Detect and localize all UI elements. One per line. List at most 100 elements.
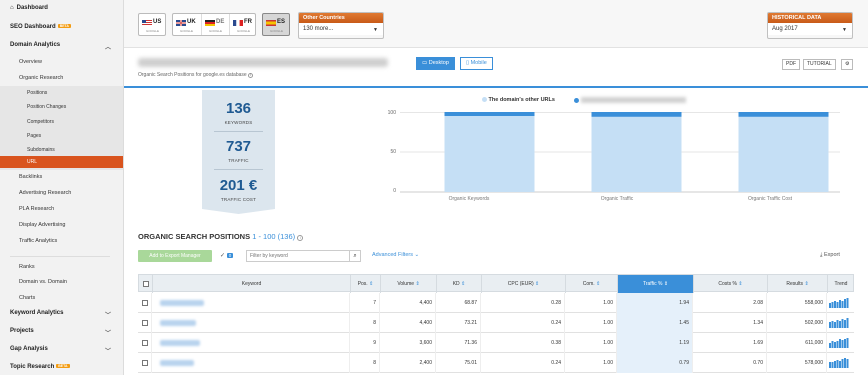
other-countries-dropdown[interactable]: Other Countries 130 more... ▼ <box>298 12 384 39</box>
filter-keyword-input[interactable] <box>247 251 349 261</box>
sidebar-item-subdomains[interactable]: Subdomains <box>0 147 123 153</box>
dropdown-arrow-icon: ▼ <box>373 27 378 33</box>
kpi-panel: 136 KEYWORDS 737 TRAFFIC 201 € TRAFFIC C… <box>202 90 275 214</box>
country-es-button[interactable]: ES GOOGLE <box>262 13 290 36</box>
selected-count: ✓ 0 <box>220 253 234 259</box>
column-header-traffic[interactable]: Traffic % ⇕ <box>618 275 694 293</box>
sidebar-item-gap-analysis[interactable]: Gap Analysis ﹀ <box>0 346 123 355</box>
bar-url <box>738 112 829 117</box>
us-flag-icon <box>142 20 152 26</box>
bar-other-urls <box>444 116 535 192</box>
column-header-results[interactable]: Results ⇕ <box>768 275 828 293</box>
keyword-cell <box>152 313 350 333</box>
traffic-label: TRAFFIC <box>228 158 249 163</box>
chart-legend-item: The domain's other URLs <box>482 97 555 103</box>
sidebar-item-domain-vs-domain[interactable]: Domain vs. Domain <box>0 279 123 285</box>
sidebar-item-position-changes[interactable]: Position Changes <box>0 104 123 110</box>
kd-cell: 68.87 <box>436 293 481 313</box>
y-tick: 0 <box>393 188 396 194</box>
legend-swatch <box>482 97 487 103</box>
sidebar-item-seo-dashboard[interactable]: SEO Dashboard BETA <box>0 24 123 30</box>
sidebar-item-traffic-analytics[interactable]: Traffic Analytics <box>0 238 123 244</box>
sidebar-item-topic-research[interactable]: Topic Research BETA <box>0 364 123 370</box>
section-title: ORGANIC SEARCH POSITIONS 1 - 100 (136) i <box>138 232 304 241</box>
select-all-cell <box>139 275 153 293</box>
sidebar-item-keyword-analytics[interactable]: Keyword Analytics ﹀ <box>0 310 123 319</box>
sidebar-item-organic-research[interactable]: Organic Research <box>0 75 123 81</box>
cpc-cell: 0.28 <box>481 293 565 313</box>
column-header-cpc[interactable]: CPC (EUR) ⇕ <box>482 275 566 293</box>
keyword-link-blurred[interactable] <box>160 340 200 346</box>
sidebar-item-pla-research[interactable]: PLA Research <box>0 206 123 212</box>
sort-icon: ⇕ <box>415 281 420 287</box>
settings-button[interactable]: ⚙ <box>841 59 853 70</box>
bar-chart <box>400 112 840 193</box>
chevron-down-icon: ⌄ <box>414 252 420 258</box>
sidebar-item-ranks[interactable]: Ranks <box>0 264 123 270</box>
sidebar-item-projects[interactable]: Projects ﹀ <box>0 328 123 337</box>
sidebar-item-domain-analytics[interactable]: Domain Analytics ︿ <box>0 42 123 51</box>
tutorial-button[interactable]: TUTORIAL <box>803 59 836 70</box>
trend-sparkline <box>829 318 849 328</box>
row-checkbox[interactable] <box>142 320 148 326</box>
sidebar-item-dashboard[interactable]: ⌂ Dashboard <box>0 5 123 11</box>
advanced-filters-link[interactable]: Advanced Filters ⌄ <box>372 252 419 258</box>
search-icon[interactable]: ⌕ <box>349 251 360 261</box>
uk-flag-icon <box>176 20 186 26</box>
bar-url <box>444 112 535 116</box>
category-label: Organic Traffic <box>600 196 634 202</box>
table-row: 8 4,400 73.21 0.24 1.00 1.45 1.34 502,00… <box>138 313 854 333</box>
sidebar-item-pages[interactable]: Pages <box>0 133 123 139</box>
keyword-link-blurred[interactable] <box>160 320 196 326</box>
column-header-keyword[interactable]: Keyword <box>153 275 351 293</box>
sidebar-item-backlinks[interactable]: Backlinks <box>0 174 123 180</box>
keyword-link-blurred[interactable] <box>160 360 194 366</box>
historical-data-dropdown[interactable]: HISTORICAL DATA Aug 2017 ▼ <box>767 12 853 39</box>
kd-cell: 71.36 <box>436 333 481 353</box>
row-checkbox[interactable] <box>142 340 148 346</box>
sidebar-item-display-advertising[interactable]: Display Advertising <box>0 222 123 228</box>
trend-cell <box>827 353 853 373</box>
country-fr-button[interactable]: FR GOOGLE <box>229 14 256 35</box>
volume-cell: 2,400 <box>380 353 436 373</box>
beta-badge: BETA <box>57 24 71 29</box>
dropdown-arrow-icon: ▼ <box>842 27 847 33</box>
row-checkbox[interactable] <box>142 300 148 306</box>
sidebar-item-competitors[interactable]: Competitors <box>0 119 123 125</box>
country-uk-button[interactable]: UK GOOGLE <box>173 14 201 35</box>
bar-url <box>591 112 682 117</box>
kd-cell: 73.21 <box>436 313 481 333</box>
column-header-costs[interactable]: Costs % ⇕ <box>694 275 768 293</box>
trend-sparkline <box>829 338 849 348</box>
traffic-cost-value: 201 € <box>219 177 258 194</box>
sidebar-item-charts[interactable]: Charts <box>0 295 123 301</box>
row-checkbox[interactable] <box>142 360 148 366</box>
trend-sparkline <box>829 298 849 308</box>
column-header-kd[interactable]: KD ⇕ <box>437 275 482 293</box>
sidebar-item-positions[interactable]: Positions <box>0 90 123 96</box>
sidebar-item-overview[interactable]: Overview <box>0 59 123 65</box>
add-to-export-manager-button[interactable]: Add to Export Manager <box>138 250 212 262</box>
sidebar-item-url[interactable]: URL <box>0 156 123 168</box>
check-icon: ✓ <box>220 253 226 259</box>
keyword-link-blurred[interactable] <box>160 300 204 306</box>
pdf-button[interactable]: PDF <box>782 59 800 70</box>
column-header-pos[interactable]: Pos. ⇕ <box>351 275 381 293</box>
costs-percent-cell: 0.70 <box>693 353 767 373</box>
export-button[interactable]: ⤓ Export <box>820 252 840 259</box>
sort-icon: ⇕ <box>535 281 540 287</box>
country-de-button[interactable]: DE GOOGLE <box>201 14 229 35</box>
sidebar-item-advertising-research[interactable]: Advertising Research <box>0 190 123 196</box>
column-header-volume[interactable]: Volume ⇕ <box>381 275 437 293</box>
bar-other-urls <box>738 116 829 192</box>
column-header-com[interactable]: Com. ⇕ <box>566 275 618 293</box>
trend-sparkline <box>829 358 849 368</box>
mobile-toggle[interactable]: ▯ Mobile <box>460 57 493 70</box>
desktop-toggle[interactable]: ▭ Desktop <box>416 57 455 70</box>
volume-cell: 4,400 <box>380 293 436 313</box>
header-rule <box>124 86 868 88</box>
country-us-button[interactable]: US GOOGLE <box>138 13 166 36</box>
select-all-checkbox[interactable] <box>143 281 149 287</box>
keywords-label: KEYWORDS <box>224 120 253 125</box>
y-tick: 50 <box>390 149 396 155</box>
